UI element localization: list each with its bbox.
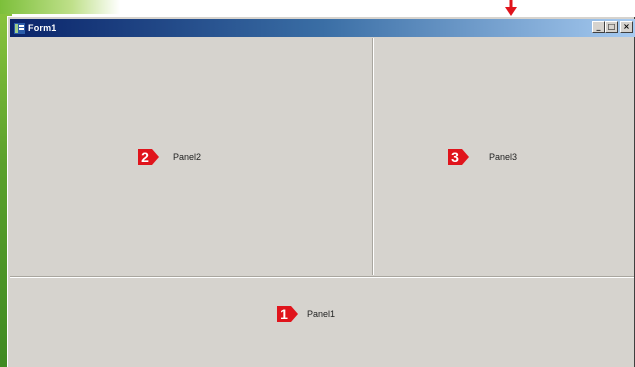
marker-2-number: 2 [138,149,152,165]
close-button[interactable]: × [620,21,633,33]
maximize-icon: □ [607,22,616,31]
window-title: Form1 [28,23,57,33]
marker-2: 2 [138,149,159,165]
panel-1-caption: Panel1 [307,309,336,319]
red-arrow-down-icon [505,0,517,16]
minimize-icon: _ [596,22,601,31]
minimize-button[interactable]: _ [592,21,605,33]
app-icon[interactable] [13,22,25,34]
marker-3: 3 [448,149,469,165]
client-area: 2 Panel2 3 Panel3 1 Panel1 [10,38,634,366]
window-controls: _ □ × [592,21,633,33]
marker-1-pointer [291,306,298,322]
maximize-button[interactable]: □ [605,21,618,33]
green-top-corner [0,0,120,14]
marker-1: 1 [277,306,298,322]
panel-3-caption: Panel3 [489,152,518,162]
marker-3-number: 3 [448,149,462,165]
marker-2-pointer [152,149,159,165]
title-bar[interactable]: Form1 _ □ × [10,19,635,37]
panel-2-caption: Panel2 [173,152,202,162]
close-icon: × [623,22,630,31]
panel-3[interactable]: 3 Panel3 [375,38,634,275]
marker-1-number: 1 [277,306,291,322]
panel-2[interactable]: 2 Panel2 [10,38,373,275]
panel-1[interactable]: 1 Panel1 [10,276,634,366]
form-window: Form1 _ □ × 2 Panel2 3 Panel3 1 Panel1 [7,16,635,367]
marker-3-pointer [462,149,469,165]
